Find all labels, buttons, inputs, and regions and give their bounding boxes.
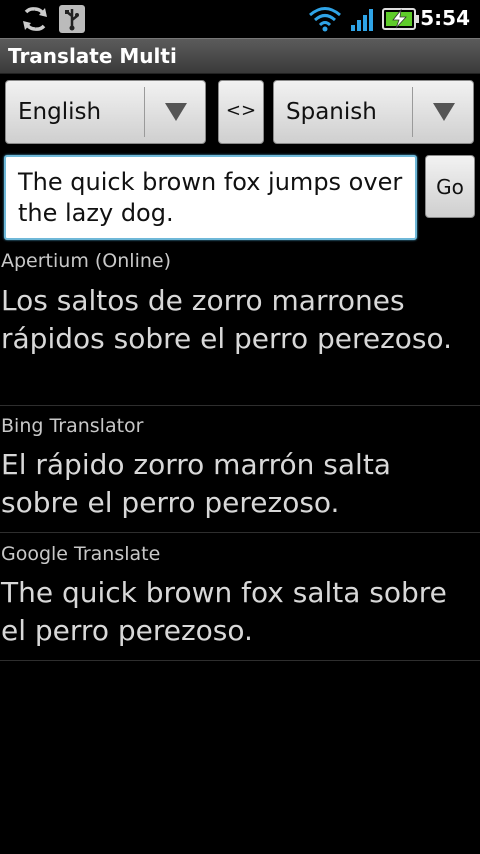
dropdown-arrow-icon (433, 103, 455, 121)
signal-icon (350, 8, 376, 36)
source-text-value: The quick brown fox jumps over the lazy … (18, 168, 403, 227)
result-translation-text: The quick brown fox salta sobre el perro… (1, 576, 447, 647)
result-translation-text: Los saltos de zorro marrones rápidos sob… (1, 284, 453, 355)
spinner-divider (144, 87, 145, 137)
result-item[interactable]: Bing Translator El rápido zorro marrón s… (0, 406, 480, 533)
source-language-spinner[interactable]: English (5, 80, 206, 144)
app-title: Translate Multi (8, 44, 177, 68)
status-bar: 5:54 (0, 0, 480, 38)
source-language-label: English (18, 99, 102, 125)
result-source-label: Bing Translator (1, 415, 144, 437)
swap-languages-button[interactable]: <> (218, 80, 264, 144)
result-source-label: Apertium (Online) (1, 250, 171, 272)
app-title-bar: Translate Multi (0, 38, 480, 74)
source-text-input[interactable]: The quick brown fox jumps over the lazy … (4, 155, 417, 240)
target-language-spinner[interactable]: Spanish (273, 80, 474, 144)
dropdown-arrow-icon (165, 103, 187, 121)
result-translation-text: El rápido zorro marrón salta sobre el pe… (1, 448, 391, 519)
result-item[interactable]: Google Translate The quick brown fox sal… (0, 533, 480, 661)
sync-icon (20, 4, 50, 38)
clock: 5:54 (420, 6, 470, 30)
battery-charging-icon (382, 7, 420, 35)
wifi-icon (308, 6, 342, 36)
result-item[interactable]: Apertium (Online) Los saltos de zorro ma… (0, 246, 480, 406)
go-button[interactable]: Go (425, 155, 475, 218)
usb-icon (58, 4, 86, 38)
spinner-divider (412, 87, 413, 137)
result-source-label: Google Translate (1, 543, 161, 565)
target-language-label: Spanish (286, 99, 377, 125)
